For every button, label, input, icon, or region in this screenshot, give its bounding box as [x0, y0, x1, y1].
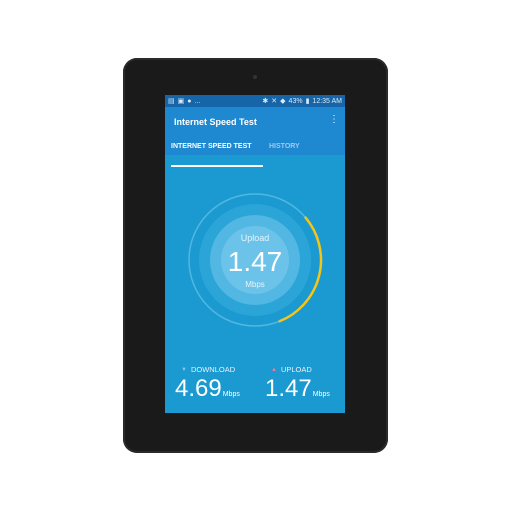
upload-label: UPLOAD: [280, 365, 312, 374]
arrow-down-icon: ▼: [181, 366, 187, 373]
status-notifications: ▤ ▣ ● ...: [168, 97, 201, 106]
notification-icon: ▣: [177, 98, 185, 105]
more-notifications: ...: [194, 97, 201, 105]
download-unit: Mbps: [222, 391, 240, 398]
upload-value: 1.47: [265, 375, 312, 402]
status-system: ✱ ✕ ◆ 43% ▮ 12:35 AM: [262, 97, 342, 106]
gauge-unit: Mbps: [245, 280, 265, 289]
tab-internet-speed-test[interactable]: INTERNET SPEED TEST: [171, 143, 252, 150]
device-screen: ▤ ▣ ● ... ✱ ✕ ◆ 43% ▮ 12:35 AM Internet …: [165, 95, 345, 413]
notification-icon: ▤: [168, 98, 175, 105]
upload-unit: Mbps: [312, 391, 330, 398]
battery-percent: 43%: [288, 97, 303, 105]
bluetooth-icon: ✱: [262, 98, 269, 105]
overflow-menu-icon[interactable]: ⋮: [329, 115, 339, 125]
results-panel: ▼ DOWNLOAD 4.69Mbps ▲ UPLOAD 1.47Mbps: [165, 365, 345, 413]
app-icon: ●: [187, 97, 192, 105]
wifi-icon: ◆: [280, 98, 286, 105]
clock: 12:35 AM: [312, 97, 342, 105]
download-result: ▼ DOWNLOAD 4.69Mbps: [175, 365, 265, 408]
download-label: DOWNLOAD: [190, 365, 236, 374]
camera-icon: [253, 75, 257, 79]
speed-gauge: Upload 1.47 Mbps: [188, 193, 323, 327]
status-bar: ▤ ▣ ● ... ✱ ✕ ◆ 43% ▮ 12:35 AM: [165, 95, 345, 107]
battery-icon: ▮: [305, 98, 310, 105]
app-title: Internet Speed Test: [174, 117, 257, 127]
gauge-mode-label: Upload: [241, 233, 270, 243]
upload-result: ▲ UPLOAD 1.47Mbps: [265, 365, 345, 408]
tab-indicator: [171, 165, 263, 167]
download-value: 4.69: [175, 375, 222, 402]
gauge-value: 1.47: [228, 246, 283, 277]
arrow-up-icon: ▲: [271, 366, 277, 373]
app-bar: Internet Speed Test ⋮ INTERNET SPEED TES…: [165, 107, 345, 167]
mute-icon: ✕: [271, 98, 278, 105]
tab-history[interactable]: HISTORY: [269, 143, 300, 150]
